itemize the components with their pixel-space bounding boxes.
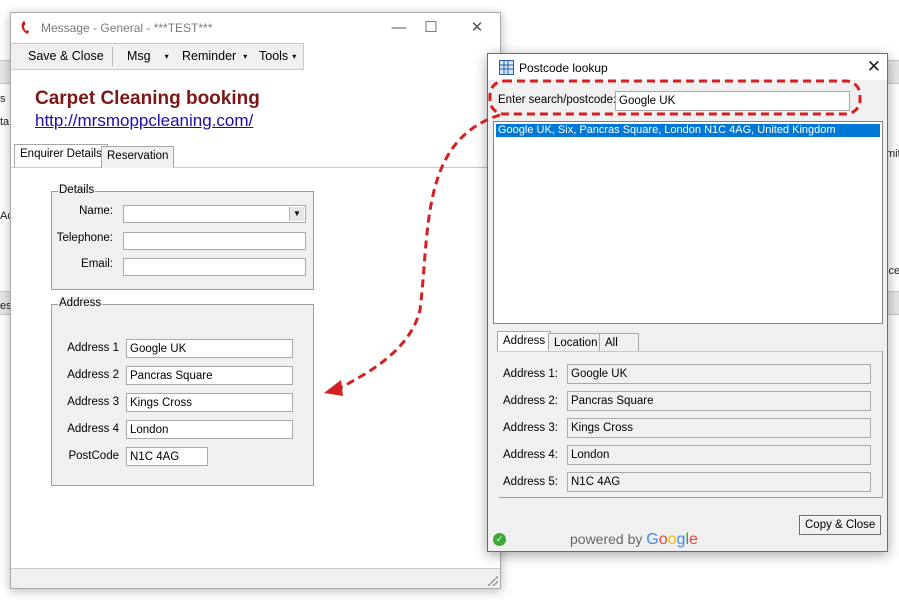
google-letter: G [646, 531, 659, 548]
list-item[interactable]: Google UK, Six, Pancras Square, London N… [496, 124, 880, 137]
copy-close-button[interactable]: Copy & Close [799, 515, 882, 535]
address3-field[interactable]: Kings Cross [126, 393, 293, 412]
background-text: s [0, 93, 6, 105]
powered-by-google: powered by Google [570, 531, 698, 549]
address2-field[interactable]: Pancras Square [126, 366, 293, 385]
table-icon [499, 60, 514, 75]
dialog-title-bar[interactable]: Postcode lookup ✕ [488, 54, 887, 80]
address1-field[interactable]: Google UK [126, 339, 293, 358]
dialog-close-button[interactable]: ✕ [867, 57, 881, 77]
google-letter: o [667, 531, 677, 548]
telephone-label: Telephone: [56, 232, 113, 244]
chevron-down-icon: ▾ [164, 52, 169, 61]
google-letter: o [658, 531, 668, 548]
tab-address[interactable]: Address [497, 331, 552, 352]
save-close-button[interactable]: Save & Close [28, 49, 104, 63]
toolbar: Save & Close Msg ▾ Reminder ▾ Tools ▾ [11, 43, 304, 70]
address-legend: Address [58, 297, 103, 309]
chevron-down-icon: ▾ [292, 52, 297, 61]
name-label: Name: [79, 205, 113, 217]
dialog-address1-field[interactable]: Google UK [567, 364, 871, 384]
search-label: Enter search/postcode: [498, 94, 617, 106]
telephone-field[interactable] [123, 232, 306, 250]
window-title: Message - General - ***TEST*** [41, 21, 213, 35]
field-label: Address 5: [503, 476, 558, 488]
tab-all[interactable]: All [599, 333, 639, 353]
address-tab-panel: Address 1: Google UK Address 2: Pancras … [499, 351, 883, 498]
results-list[interactable]: Google UK, Six, Pancras Square, London N… [493, 121, 883, 324]
main-tab-strip: Enquirer Details Reservation [11, 144, 500, 168]
msg-label: Msg [127, 49, 151, 63]
dropdown-arrow-icon[interactable]: ▼ [289, 207, 304, 221]
name-combobox[interactable]: ▼ [123, 205, 306, 223]
address3-label: Address 3 [67, 396, 119, 408]
details-group: Details Name: ▼ Telephone: Email: [51, 184, 314, 290]
message-window: Message - General - ***TEST*** — ☐ ✕ Sav… [10, 12, 501, 589]
postcode-label: PostCode [68, 450, 119, 462]
tools-menu-button[interactable]: Tools ▾ [259, 49, 296, 63]
resize-grip-icon[interactable] [488, 576, 498, 586]
dialog-address3-field[interactable]: Kings Cross [567, 418, 871, 438]
reminder-label: Reminder [182, 49, 237, 63]
phone-icon [21, 21, 29, 34]
address4-label: Address 4 [67, 423, 119, 435]
postcode-lookup-dialog: Postcode lookup ✕ Enter search/postcode:… [487, 53, 888, 552]
tab-enquirer-details[interactable]: Enquirer Details [14, 144, 108, 167]
google-logo: Google [646, 531, 698, 548]
close-button[interactable]: ✕ [457, 17, 497, 39]
address-group: Address Address 1 Google UK Address 2 Pa… [51, 297, 314, 486]
details-legend: Details [58, 184, 96, 196]
email-field[interactable] [123, 258, 306, 276]
dialog-title: Postcode lookup [519, 61, 608, 75]
tools-label: Tools [259, 49, 289, 63]
dialog-address5-field[interactable]: N1C 4AG [567, 472, 871, 492]
field-label: Address 1: [503, 368, 558, 380]
tab-location[interactable]: Location [548, 333, 604, 353]
booking-title: Carpet Cleaning booking [35, 88, 260, 109]
chevron-down-icon: ▾ [243, 52, 248, 61]
field-label: Address 4: [503, 449, 558, 461]
address4-field[interactable]: London [126, 420, 293, 439]
maximize-button[interactable]: ☐ [411, 17, 451, 39]
msg-menu-button[interactable]: Msg ▾ [127, 49, 169, 63]
reminder-menu-button[interactable]: Reminder ▾ [182, 49, 247, 63]
field-label: Address 2: [503, 395, 558, 407]
tab-reservation[interactable]: Reservation [101, 146, 175, 168]
address1-label: Address 1 [67, 342, 119, 354]
title-bar[interactable]: Message - General - ***TEST*** — ☐ ✕ [11, 13, 500, 43]
dialog-address2-field[interactable]: Pancras Square [567, 391, 871, 411]
search-input[interactable]: Google UK [615, 91, 850, 111]
field-label: Address 3: [503, 422, 558, 434]
status-ok-icon: ✓ [493, 533, 506, 546]
postcode-field[interactable]: N1C 4AG [126, 447, 208, 466]
website-link[interactable]: http://mrsmoppcleaning.com/ [35, 111, 253, 131]
dialog-address4-field[interactable]: London [567, 445, 871, 465]
table-grid-icon [500, 61, 513, 74]
powered-by-text: powered by [570, 531, 643, 547]
address2-label: Address 2 [67, 369, 119, 381]
google-letter: e [689, 531, 698, 548]
dialog-tab-strip: Address Location All [493, 331, 881, 353]
status-bar [11, 568, 500, 588]
email-label: Email: [81, 258, 113, 270]
background-text: ta [0, 116, 10, 128]
save-close-label: Save & Close [28, 49, 104, 63]
toolbar-separator [112, 47, 113, 66]
